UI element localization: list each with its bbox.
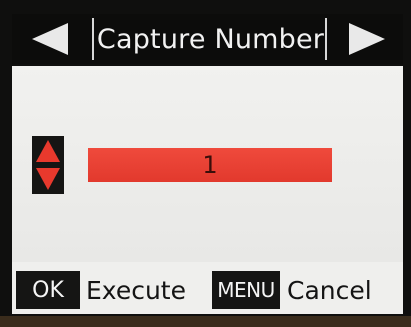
device-bezel [0,316,411,327]
right-arrow-icon [349,23,385,55]
value-stepper[interactable] [32,136,64,194]
cancel-label: Cancel [287,276,372,305]
menu-button[interactable]: MENU [212,271,280,309]
ok-button[interactable]: OK [16,271,80,309]
camera-settings-screen: Capture Number 1 OK Execute MENU Cancel [0,0,411,327]
execute-label: Execute [86,276,186,305]
page-title: Capture Number [96,23,325,55]
capture-number-value[interactable]: 1 [88,148,332,182]
header-divider-left [92,18,94,60]
header-divider-right [325,18,327,60]
left-arrow-icon [32,23,68,55]
next-button[interactable] [331,14,403,64]
header-bar: Capture Number [12,14,403,64]
setting-panel: 1 [12,66,403,262]
previous-button[interactable] [12,14,88,64]
up-down-arrows-icon [36,140,60,190]
footer-bar: OK Execute MENU Cancel [12,262,403,314]
